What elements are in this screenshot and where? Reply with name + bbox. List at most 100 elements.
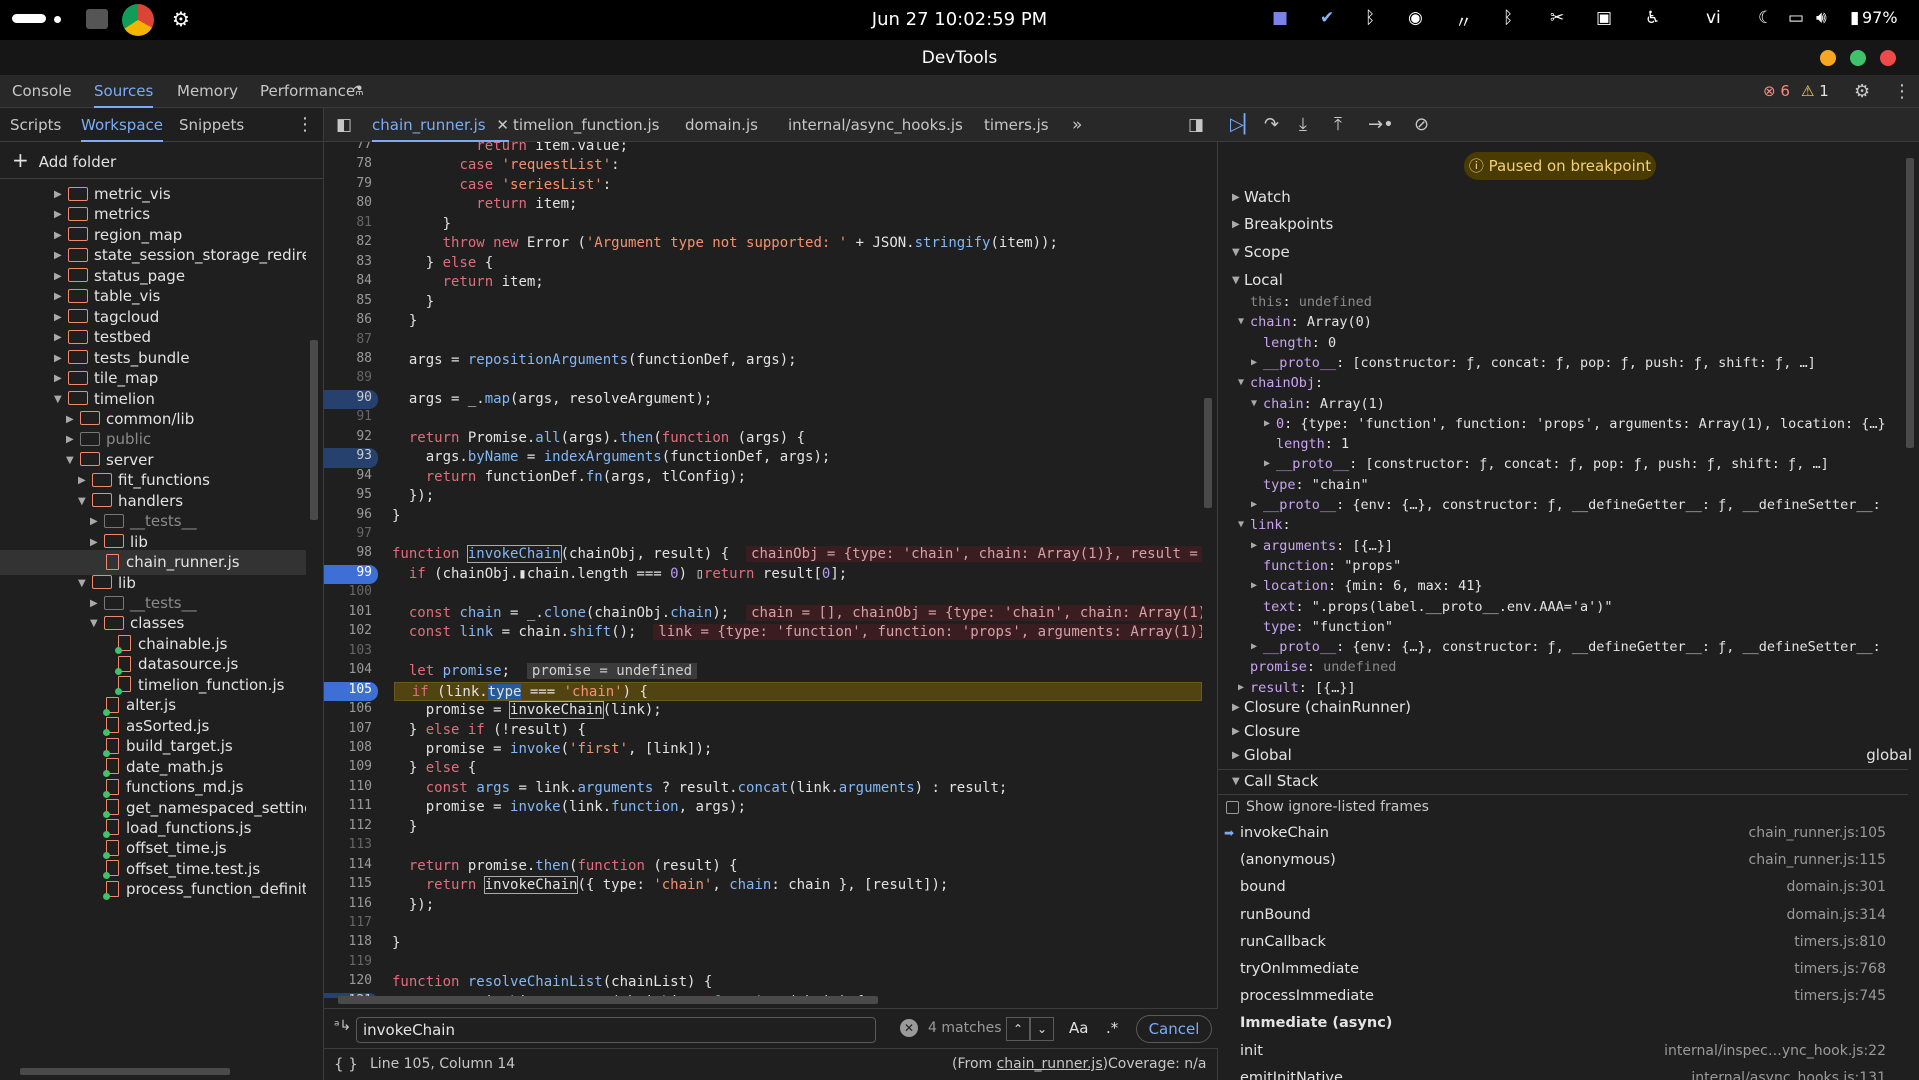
cancel-search-button[interactable]: Cancel xyxy=(1136,1015,1212,1043)
code-line[interactable]: if (chainObj.▮chain.length === 0) ▯retur… xyxy=(392,565,1202,584)
collapse-icon[interactable]: ▼ xyxy=(1238,515,1250,535)
scope-variable[interactable]: function: "props" xyxy=(1251,556,1908,576)
line-number[interactable]: 101 xyxy=(324,604,372,623)
debugger-scrollbar[interactable] xyxy=(1906,158,1914,448)
scope-variable[interactable]: length: 1 xyxy=(1264,434,1908,454)
collapse-icon[interactable]: ▼ xyxy=(1238,312,1250,332)
tab-memory[interactable]: Memory xyxy=(177,76,238,108)
screen-icon[interactable]: ▭ xyxy=(1788,8,1804,28)
bluetooth-icon[interactable]: ᛒ xyxy=(1365,8,1375,28)
sidebar-more-icon[interactable]: ⋮ xyxy=(296,108,314,142)
code-line[interactable]: args = repositionArguments(functionDef, … xyxy=(392,351,1202,370)
code-line[interactable] xyxy=(392,643,1202,662)
line-number[interactable]: 97 xyxy=(324,526,372,545)
battery-icon[interactable]: ▮ xyxy=(1850,8,1859,28)
scope-variable[interactable]: ▶ result: [{…}] xyxy=(1238,678,1908,698)
code-line[interactable]: } xyxy=(392,934,1202,953)
line-number[interactable]: 89 xyxy=(324,370,372,389)
scope-closure[interactable]: ▶ Closure xyxy=(1232,720,1300,742)
step-over-icon[interactable]: ↷ xyxy=(1264,114,1279,135)
editor-tab-domain[interactable]: domain.js xyxy=(685,108,758,142)
deactivate-breakpoints-icon[interactable]: ⊘ xyxy=(1414,114,1429,135)
code-line[interactable] xyxy=(392,954,1202,973)
line-number[interactable]: 86 xyxy=(324,312,372,331)
code-line[interactable] xyxy=(392,915,1202,934)
editor-tab-timers[interactable]: timers.js xyxy=(984,108,1049,142)
line-number[interactable]: 113 xyxy=(324,837,372,856)
current-execution-line[interactable]: if (link.type === 'chain') { xyxy=(394,681,1202,701)
expand-icon[interactable]: ▶ xyxy=(1251,536,1263,556)
line-number[interactable]: 79 xyxy=(324,176,372,195)
add-folder-button[interactable]: + Add folder xyxy=(12,148,116,172)
code-line[interactable] xyxy=(392,526,1202,545)
expand-icon[interactable]: ▶ xyxy=(1264,414,1276,434)
section-breakpoints[interactable]: ▶ Breakpoints xyxy=(1232,213,1333,235)
line-number[interactable]: 81 xyxy=(324,215,372,234)
code-line[interactable]: function resolveChainList(chainList) { xyxy=(392,973,1202,992)
code-line[interactable]: } else if (!result) { xyxy=(392,721,1202,740)
line-number[interactable]: 95 xyxy=(324,487,372,506)
code-line[interactable] xyxy=(392,837,1202,856)
more-tabs-icon[interactable]: » xyxy=(1072,108,1082,142)
line-number[interactable]: 88 xyxy=(324,351,372,370)
line-number[interactable]: 106 xyxy=(324,701,372,720)
accessibility-icon[interactable]: ♿ xyxy=(1645,8,1660,28)
code-line[interactable]: } else { xyxy=(392,254,1202,273)
toggle-debugger-icon[interactable]: ◨ xyxy=(1188,108,1204,142)
match-case-button[interactable]: Aa xyxy=(1069,1019,1088,1037)
code-line[interactable]: promise = invoke(link.function, args); xyxy=(392,798,1202,817)
code-line[interactable]: throw new Error ('Argument type not supp… xyxy=(392,234,1202,253)
line-number[interactable]: 93 xyxy=(324,448,378,468)
toggle-navigator-icon[interactable]: ◧ xyxy=(336,108,352,142)
line-number[interactable]: 90 xyxy=(324,389,378,410)
code-line[interactable]: return item.value; xyxy=(392,142,1202,156)
scope-variable[interactable]: ▼ link: xyxy=(1238,515,1908,535)
tab-workspace[interactable]: Workspace xyxy=(81,108,163,142)
editor-tab-chain-runner[interactable]: chain_runner.js ✕ xyxy=(372,108,509,142)
code-line[interactable]: args.byName = indexArguments(functionDef… xyxy=(392,448,1202,467)
teams-icon[interactable]: ■ xyxy=(1272,8,1288,28)
check-icon[interactable]: ✔ xyxy=(1320,8,1334,28)
bluetooth-2-icon[interactable]: ᛒ xyxy=(1503,8,1513,28)
line-number[interactable]: 117 xyxy=(324,915,372,934)
code-line[interactable]: }); xyxy=(392,896,1202,915)
editor-tab-async-hooks[interactable]: internal/async_hooks.js xyxy=(788,108,963,142)
code-line[interactable]: return Promise.all(args).then(function (… xyxy=(392,429,1202,448)
step-out-icon[interactable]: ⤒ xyxy=(1334,114,1342,135)
show-ignored-checkbox[interactable] xyxy=(1226,800,1239,814)
line-number[interactable]: 111 xyxy=(324,798,372,817)
line-number[interactable]: 108 xyxy=(324,740,372,759)
tree-file[interactable]: process_function_definition xyxy=(0,877,306,902)
close-button[interactable] xyxy=(1880,50,1896,66)
line-number[interactable]: 118 xyxy=(324,934,372,953)
line-number[interactable]: 116 xyxy=(324,896,372,915)
code-area[interactable]: 77 return item.value; 78 case 'requestLis… xyxy=(324,142,1204,998)
collapse-icon[interactable]: ▼ xyxy=(1238,373,1250,393)
line-number[interactable]: 92 xyxy=(324,429,372,448)
resume-icon[interactable]: ▷▏ xyxy=(1230,114,1258,135)
tab-performance[interactable]: Performance xyxy=(260,76,355,108)
code-line[interactable]: let promise; promise = undefined xyxy=(392,662,1202,681)
call-frame[interactable]: (anonymous) chain_runner.js:115 xyxy=(1218,847,1898,874)
tree-h-scrollbar[interactable] xyxy=(20,1068,230,1075)
scope-variable[interactable]: text: ".props(label.__proto__.env.AAA='a… xyxy=(1251,597,1908,617)
line-number[interactable]: 104 xyxy=(324,662,372,681)
line-number[interactable]: 110 xyxy=(324,779,372,798)
maximize-button[interactable] xyxy=(1850,50,1866,66)
feather-icon[interactable]: 〃 xyxy=(1455,8,1472,33)
line-number[interactable]: 85 xyxy=(324,293,372,312)
expand-icon[interactable]: ▶ xyxy=(1251,576,1263,596)
code-line[interactable]: } else { xyxy=(392,759,1202,778)
call-frame[interactable]: init internal/inspec…ync_hook.js:22 xyxy=(1218,1038,1898,1065)
line-number[interactable]: 112 xyxy=(324,818,372,837)
call-frame-location[interactable]: domain.js:301 xyxy=(1786,874,1886,901)
line-number[interactable]: 114 xyxy=(324,857,372,876)
clock[interactable]: Jun 27 10:02:59 PM xyxy=(0,9,1919,30)
call-frame[interactable]: bound domain.js:301 xyxy=(1218,874,1898,901)
line-number[interactable]: 115 xyxy=(324,876,372,895)
show-ignored-frames[interactable]: Show ignore-listed frames xyxy=(1226,796,1429,818)
scope-closure-chainrunner[interactable]: ▶ Closure (chainRunner) xyxy=(1232,696,1411,718)
code-line[interactable] xyxy=(392,332,1202,351)
code-line[interactable] xyxy=(392,370,1202,389)
line-number[interactable]: 103 xyxy=(324,643,372,662)
